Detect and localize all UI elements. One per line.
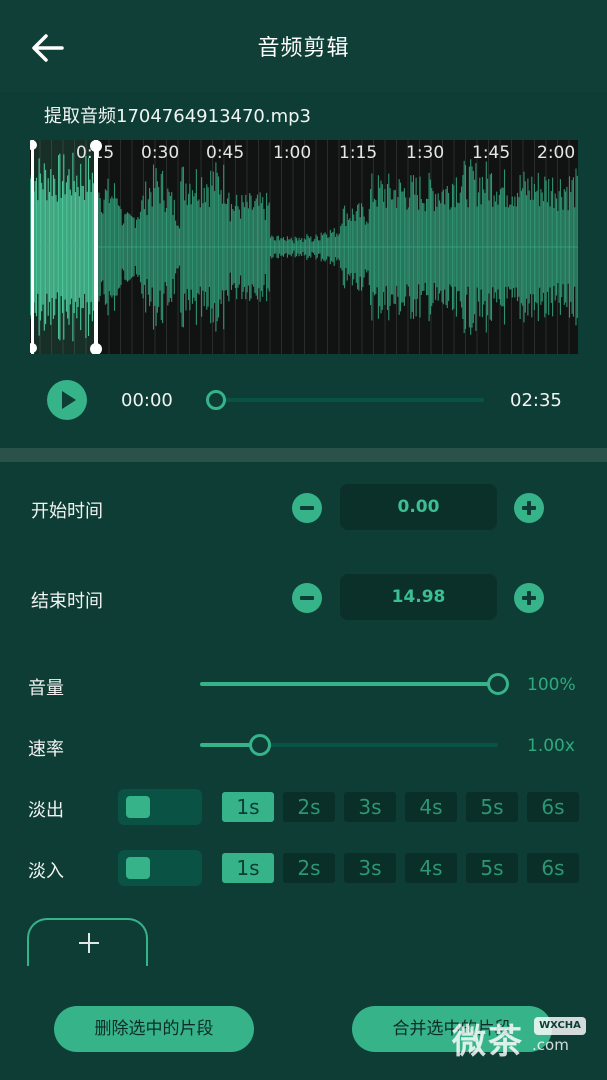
- plus-icon-v: [527, 501, 531, 515]
- waveform: [30, 140, 578, 354]
- fade-out-option[interactable]: 1s: [222, 792, 274, 822]
- fade-in-option[interactable]: 6s: [527, 853, 579, 883]
- fade-in-option[interactable]: 3s: [344, 853, 396, 883]
- total-time: 02:35: [510, 390, 562, 411]
- current-time: 00:00: [121, 390, 173, 411]
- start-time-increase-button[interactable]: [514, 493, 544, 523]
- waveform-tick-label: 1:45: [472, 143, 511, 163]
- waveform-tick-label: 1:15: [339, 143, 378, 163]
- waveform-tick-label: 0:45: [206, 143, 245, 163]
- section-divider: [0, 448, 607, 462]
- minus-icon: [300, 506, 314, 510]
- edit-panel: [0, 462, 607, 1080]
- fade-out-toggle[interactable]: [118, 789, 202, 825]
- end-time-label: 结束时间: [31, 591, 103, 612]
- fade-out-option[interactable]: 5s: [466, 792, 518, 822]
- watermark-badge: WXCHA: [534, 1017, 586, 1035]
- speed-slider-thumb[interactable]: [248, 734, 271, 756]
- volume-slider-fill: [200, 682, 498, 686]
- fade-in-option[interactable]: 4s: [405, 853, 457, 883]
- volume-slider-thumb[interactable]: [487, 673, 509, 695]
- fade-out-option[interactable]: 4s: [405, 792, 457, 822]
- end-time-increase-button[interactable]: [514, 583, 544, 613]
- waveform-tick-label: 0:30: [141, 143, 180, 163]
- start-time-label: 开始时间: [31, 501, 103, 522]
- fade-in-option[interactable]: 5s: [466, 853, 518, 883]
- playback-progress-track[interactable]: [214, 398, 484, 402]
- fade-in-option[interactable]: 1s: [222, 853, 274, 883]
- minus-icon: [300, 596, 314, 600]
- watermark-text: 微茶: [452, 1022, 524, 1062]
- waveform-tick-label: 1:30: [406, 143, 445, 163]
- toggle-knob: [126, 796, 150, 818]
- selection-start-handle[interactable]: [31, 140, 34, 354]
- plus-icon-v: [527, 591, 531, 605]
- fade-out-option[interactable]: 2s: [283, 792, 335, 822]
- page-title: 音频剪辑: [257, 36, 350, 61]
- delete-segment-button[interactable]: 删除选中的片段: [54, 1006, 254, 1052]
- speed-label: 速率: [28, 739, 64, 760]
- fade-out-label: 淡出: [28, 800, 64, 821]
- selection-end-bottom-dot[interactable]: [90, 343, 102, 354]
- start-time-decrease-button[interactable]: [292, 493, 322, 523]
- app-header: 音频剪辑: [0, 0, 607, 92]
- selection-end-top-dot[interactable]: [90, 140, 102, 152]
- speed-value: 1.00x: [527, 736, 575, 756]
- end-time-value[interactable]: 14.98: [340, 574, 497, 620]
- waveform-tick-label: 2:00: [537, 143, 576, 163]
- fade-in-toggle[interactable]: [118, 850, 202, 886]
- selection-end-handle[interactable]: [94, 140, 98, 354]
- playback-progress-thumb[interactable]: [206, 390, 226, 410]
- watermark-logo: 微茶 WXCHA .com: [452, 1014, 602, 1062]
- volume-label: 音量: [28, 678, 64, 699]
- volume-value: 100%: [527, 675, 576, 695]
- file-name: 提取音频1704764913470.mp3: [44, 106, 312, 127]
- watermark-domain: .com: [532, 1036, 569, 1054]
- fade-out-option[interactable]: 3s: [344, 792, 396, 822]
- fade-in-label: 淡入: [28, 861, 64, 882]
- toggle-knob: [126, 857, 150, 879]
- start-time-value[interactable]: 0.00: [340, 484, 497, 530]
- play-button[interactable]: [47, 380, 87, 420]
- plus-icon-vertical: [88, 933, 90, 953]
- add-segment-button[interactable]: [27, 918, 148, 966]
- fade-out-option[interactable]: 6s: [527, 792, 579, 822]
- fade-in-option[interactable]: 2s: [283, 853, 335, 883]
- end-time-decrease-button[interactable]: [292, 583, 322, 613]
- waveform-editor[interactable]: 0:150:300:451:001:151:301:452:00: [30, 140, 578, 354]
- waveform-tick-label: 1:00: [273, 143, 312, 163]
